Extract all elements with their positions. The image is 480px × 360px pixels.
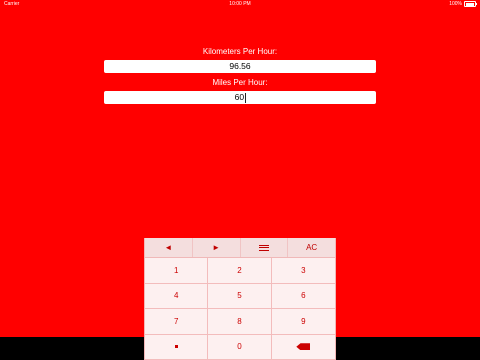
move-left-button[interactable]: ◄ bbox=[145, 238, 193, 257]
kmh-field[interactable]: 96.56 bbox=[104, 60, 376, 73]
key-4[interactable]: 4 bbox=[145, 283, 209, 309]
dot-icon bbox=[174, 345, 178, 349]
move-right-button[interactable]: ► bbox=[193, 238, 241, 257]
all-clear-label: AC bbox=[306, 243, 318, 252]
hamburger-icon bbox=[258, 244, 269, 251]
battery-percent: 100% bbox=[449, 1, 462, 7]
key-5-label: 5 bbox=[237, 291, 242, 301]
key-delete[interactable] bbox=[271, 335, 335, 360]
kmh-label: Kilometers Per Hour: bbox=[202, 47, 278, 56]
key-1-label: 1 bbox=[173, 265, 179, 275]
key-3[interactable]: 3 bbox=[271, 258, 335, 284]
text-caret bbox=[244, 92, 246, 103]
status-bar: Carrier 10:00 PM 100% bbox=[0, 0, 480, 8]
all-clear-button[interactable]: AC bbox=[288, 238, 335, 257]
key-2-label: 2 bbox=[237, 265, 242, 275]
key-5[interactable]: 5 bbox=[208, 283, 272, 309]
key-6-label: 6 bbox=[301, 291, 306, 301]
key-6[interactable]: 6 bbox=[271, 284, 335, 309]
key-1[interactable]: 1 bbox=[145, 258, 209, 284]
right-arrow-icon: ► bbox=[212, 243, 221, 252]
mph-label: Miles Per Hour: bbox=[212, 78, 268, 87]
backspace-icon bbox=[296, 343, 311, 351]
key-0[interactable]: 0 bbox=[208, 334, 272, 360]
numeric-keypad: ◄ ► AC 1 2 3 4 5 6 7 8 9 0 bbox=[144, 238, 336, 360]
key-8-label: 8 bbox=[237, 316, 242, 326]
battery-indicator: 100% bbox=[449, 0, 477, 8]
key-decimal[interactable] bbox=[145, 334, 209, 360]
mph-value: 60 bbox=[234, 92, 245, 102]
key-4-label: 4 bbox=[173, 291, 179, 301]
key-2[interactable]: 2 bbox=[208, 258, 272, 284]
key-3-label: 3 bbox=[301, 265, 306, 275]
menu-button[interactable] bbox=[241, 238, 289, 257]
key-7-label: 7 bbox=[173, 316, 179, 326]
key-9[interactable]: 9 bbox=[271, 309, 335, 335]
left-arrow-icon: ◄ bbox=[164, 243, 173, 252]
kmh-value: 96.56 bbox=[229, 61, 251, 71]
digit-grid: 1 2 3 4 5 6 7 8 9 0 bbox=[145, 258, 335, 360]
key-7[interactable]: 7 bbox=[145, 309, 209, 335]
clock: 10:00 PM bbox=[229, 1, 251, 7]
mph-field[interactable]: 60 bbox=[104, 91, 376, 104]
battery-icon bbox=[464, 1, 477, 7]
key-9-label: 9 bbox=[301, 316, 306, 326]
key-0-label: 0 bbox=[237, 342, 242, 352]
keypad-toolbar: ◄ ► AC bbox=[145, 238, 335, 258]
key-8[interactable]: 8 bbox=[208, 309, 272, 335]
